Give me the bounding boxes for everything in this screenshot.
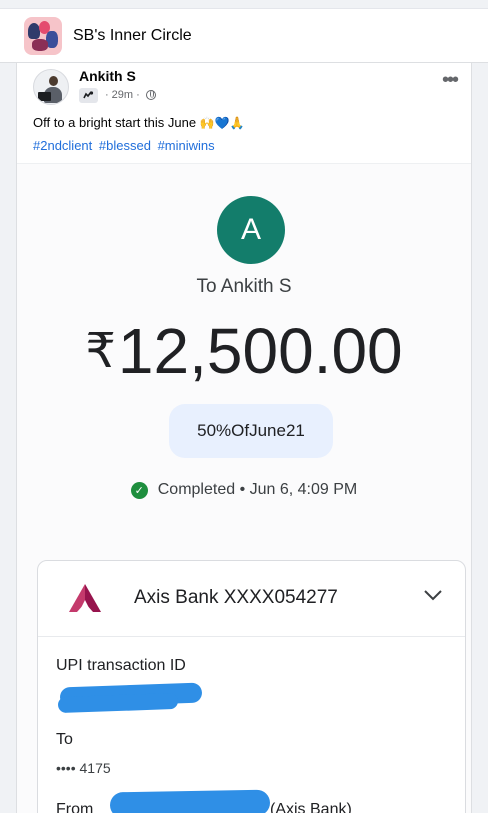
bank-details-card: Axis Bank XXXX054277 UPI transaction ID … xyxy=(37,560,466,813)
bank-row: Axis Bank XXXX054277 xyxy=(38,561,465,637)
payment-amount: ₹12,500.00 xyxy=(17,314,471,388)
post-meta: · 29m · xyxy=(79,86,156,104)
hashtag-link[interactable]: #blessed xyxy=(99,138,151,153)
hashtag-link[interactable]: #2ndclient xyxy=(33,138,92,153)
group-avatar[interactable] xyxy=(24,16,62,55)
recipient-avatar: A xyxy=(217,196,285,264)
globe-icon xyxy=(145,90,156,100)
to-label: To xyxy=(56,731,73,748)
hashtag-link[interactable]: #miniwins xyxy=(158,138,215,153)
post-timestamp[interactable]: 29m xyxy=(112,89,133,101)
payment-note: 50%OfJune21 xyxy=(169,404,333,458)
redaction-mark xyxy=(57,692,179,714)
group-title[interactable]: SB's Inner Circle xyxy=(73,27,192,45)
post-card: Ankith S · 29m · ••• Off to a bright sta… xyxy=(16,63,472,813)
post-emojis: 🙌💙🙏 xyxy=(199,116,245,130)
bank-name: Axis Bank XXXX054277 xyxy=(134,587,338,608)
hashtags: #2ndclient #blessed #miniwins xyxy=(33,138,218,153)
author-name[interactable]: Ankith S xyxy=(79,68,136,84)
author-avatar[interactable] xyxy=(33,69,69,105)
chevron-down-icon[interactable] xyxy=(423,589,443,601)
payment-screenshot-image[interactable]: A To Ankith S ₹12,500.00 50%OfJune21 ✓ C… xyxy=(17,163,471,813)
payment-status: ✓ Completed • Jun 6, 4:09 PM xyxy=(17,481,471,499)
amount-value: 12,500.00 xyxy=(117,315,403,387)
from-value: (Axis Bank) xyxy=(270,801,352,813)
upi-transaction-label: UPI transaction ID xyxy=(56,657,186,674)
status-text: Completed • Jun 6, 4:09 PM xyxy=(157,481,358,498)
from-label: From xyxy=(56,801,94,813)
member-badge-icon[interactable] xyxy=(79,87,98,103)
recipient-name: To Ankith S xyxy=(196,276,292,297)
check-circle-icon: ✓ xyxy=(130,481,148,499)
post-text-body: Off to a bright start this June xyxy=(33,115,197,130)
group-header: SB's Inner Circle xyxy=(0,8,488,63)
currency-symbol: ₹ xyxy=(85,325,116,378)
post-text: Off to a bright start this June 🙌💙🙏 xyxy=(33,115,245,130)
axis-bank-logo xyxy=(69,584,101,612)
redaction-mark xyxy=(109,789,271,813)
to-value: •••• 4175 xyxy=(56,760,111,776)
more-options-button[interactable]: ••• xyxy=(442,70,459,90)
